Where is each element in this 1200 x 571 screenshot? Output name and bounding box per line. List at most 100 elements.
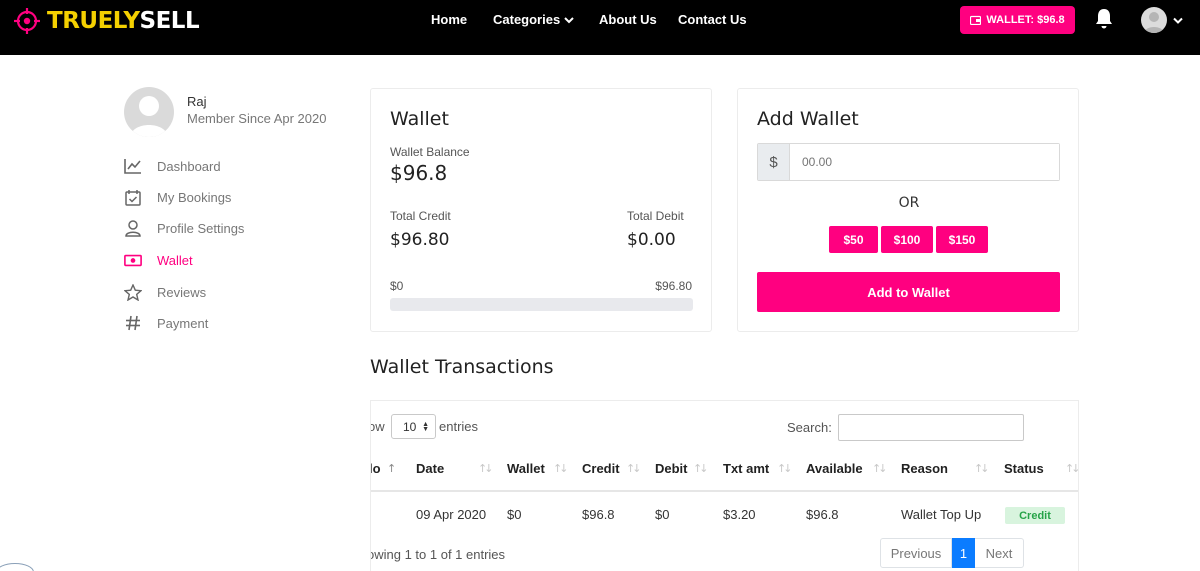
nav-categories-label: Categories xyxy=(493,12,561,27)
sidebar-item-label: Reviews xyxy=(157,284,207,300)
wallet-progress-bar xyxy=(390,298,693,311)
show-entries-label: ow xyxy=(371,419,385,434)
table-info: owing 1 to 1 of 1 entries xyxy=(370,547,506,562)
brand-name-part2: SELL xyxy=(139,8,200,34)
sidebar-item-my-bookings[interactable]: My Bookings xyxy=(124,187,231,207)
header-wallet-label: WALLET: $96.8 xyxy=(986,14,1065,26)
sidebar-item-reviews[interactable]: Reviews xyxy=(124,282,206,302)
star-icon xyxy=(124,283,142,301)
add-wallet-title: Add Wallet xyxy=(757,108,859,130)
sort-icon: ↑↓ xyxy=(974,462,990,475)
cell-date: 09 Apr 2020 xyxy=(416,507,487,522)
quick-amount-100-button[interactable]: $100 xyxy=(881,226,933,253)
header-wallet-button[interactable]: WALLET: $96.8 xyxy=(960,6,1075,34)
column-header-debit[interactable]: Debit xyxy=(655,461,688,476)
sort-icon: ↑↓ xyxy=(872,462,888,475)
pagination-previous[interactable]: Previous xyxy=(880,538,952,568)
user-icon xyxy=(124,219,142,237)
sort-icon: ↑↓ xyxy=(553,462,569,475)
wallet-balance-value: $96.8 xyxy=(390,161,448,185)
brand-name: TRUELYSELL xyxy=(47,8,200,34)
bell-icon[interactable] xyxy=(1094,8,1114,30)
sort-icon: ↑↓ xyxy=(626,462,642,475)
or-divider: OR xyxy=(898,195,920,211)
status-badge: Credit xyxy=(1005,507,1065,524)
sort-icon: ↑↓ xyxy=(478,462,494,475)
progress-max-label: $96.80 xyxy=(655,279,692,293)
column-header-credit[interactable]: Credit xyxy=(582,461,620,476)
entries-label: entries xyxy=(439,419,479,434)
brand-name-part1: TRUELY xyxy=(47,8,140,34)
nav-contact-us[interactable]: Contact Us xyxy=(678,11,747,29)
hashtag-icon xyxy=(124,314,142,332)
sort-icon: ↑ xyxy=(387,462,396,475)
profile-name: Raj xyxy=(187,94,207,109)
total-debit-value: $0.00 xyxy=(627,230,676,250)
column-header-wallet[interactable]: Wallet xyxy=(507,461,545,476)
wallet-card: Wallet Wallet Balance $96.8 Total Credit… xyxy=(370,88,712,332)
member-since: Member Since Apr 2020 xyxy=(187,111,327,126)
nav-about-us[interactable]: About Us xyxy=(599,11,657,29)
cell-txt-amt: $3.20 xyxy=(723,507,756,522)
column-header-available[interactable]: Available xyxy=(806,461,863,476)
cell-debit: $0 xyxy=(655,507,670,522)
column-header-txt-amt[interactable]: Txt amt xyxy=(723,461,769,476)
column-header-status[interactable]: Status xyxy=(1004,461,1044,476)
column-header-no[interactable]: lo xyxy=(371,461,381,476)
add-to-wallet-button[interactable]: Add to Wallet xyxy=(757,272,1060,312)
user-avatar-icon xyxy=(130,96,168,137)
amount-input[interactable] xyxy=(790,144,1059,180)
pagination: Previous 1 Next xyxy=(880,538,1024,568)
table-search-input[interactable] xyxy=(838,414,1024,441)
quick-amount-50-button[interactable]: $50 xyxy=(829,226,878,253)
page-length-select[interactable]: 10 ▲ ▼ xyxy=(391,414,436,439)
target-logo-icon xyxy=(14,8,40,34)
quick-amount-150-button[interactable]: $150 xyxy=(936,226,988,253)
search-label: Search: xyxy=(787,420,832,435)
profile-avatar xyxy=(124,87,174,137)
sidebar-item-wallet[interactable]: Wallet xyxy=(124,250,193,270)
wallet-card-title: Wallet xyxy=(390,108,449,130)
quick-amount-buttons: $50 $100 $150 xyxy=(829,226,988,253)
user-avatar-icon xyxy=(1144,12,1164,33)
total-credit-value: $96.80 xyxy=(390,230,450,250)
sidebar-item-dashboard[interactable]: Dashboard xyxy=(124,156,221,176)
sidebar-item-label: Dashboard xyxy=(157,158,221,174)
chart-line-icon xyxy=(124,157,142,175)
total-debit-label: Total Debit xyxy=(627,209,684,223)
total-credit-label: Total Credit xyxy=(390,209,451,223)
sidebar-item-label: Wallet xyxy=(157,252,193,268)
nav-home[interactable]: Home xyxy=(431,11,467,29)
column-header-reason[interactable]: Reason xyxy=(901,461,948,476)
wallet-progress-fill xyxy=(390,298,693,311)
column-header-date[interactable]: Date xyxy=(416,461,444,476)
sidebar-item-label: Payment xyxy=(157,315,209,331)
sidebar-item-label: Profile Settings xyxy=(157,220,245,236)
chevron-down-icon[interactable] xyxy=(1173,17,1183,25)
currency-addon: $ xyxy=(758,144,790,180)
cell-credit: $96.8 xyxy=(582,507,615,522)
wallet-icon xyxy=(970,15,982,25)
chevron-down-icon xyxy=(564,16,574,23)
money-bill-icon xyxy=(124,251,142,269)
cell-available: $96.8 xyxy=(806,507,839,522)
calendar-check-icon xyxy=(124,188,142,206)
user-avatar[interactable] xyxy=(1141,7,1167,33)
sidebar-item-payment[interactable]: Payment xyxy=(124,313,208,333)
progress-min-label: $0 xyxy=(390,279,404,293)
sidebar-item-label: My Bookings xyxy=(157,189,232,205)
transactions-table-card: ow 10 ▲▼ entries Search: lo ↑ Date ↑↓ Wa… xyxy=(370,400,1079,571)
pagination-page-1[interactable]: 1 xyxy=(952,538,975,568)
cell-wallet: $0 xyxy=(507,507,522,522)
add-wallet-card: Add Wallet $ OR $50 $100 $150 Add to Wal… xyxy=(737,88,1079,332)
corner-decoration xyxy=(0,563,34,571)
sidebar-item-profile-settings[interactable]: Profile Settings xyxy=(124,218,244,238)
transactions-title: Wallet Transactions xyxy=(370,356,554,378)
pagination-next[interactable]: Next xyxy=(975,538,1024,568)
sort-icon: ↑↓ xyxy=(777,462,793,475)
page-length-value: 10 xyxy=(403,419,417,434)
top-navbar: TRUELYSELL Home Categories About Us Cont… xyxy=(0,0,1200,55)
nav-categories[interactable]: Categories xyxy=(493,11,574,29)
select-arrows-icon: ▲ ▼ xyxy=(422,421,429,433)
brand-logo[interactable]: TRUELYSELL xyxy=(14,8,200,34)
